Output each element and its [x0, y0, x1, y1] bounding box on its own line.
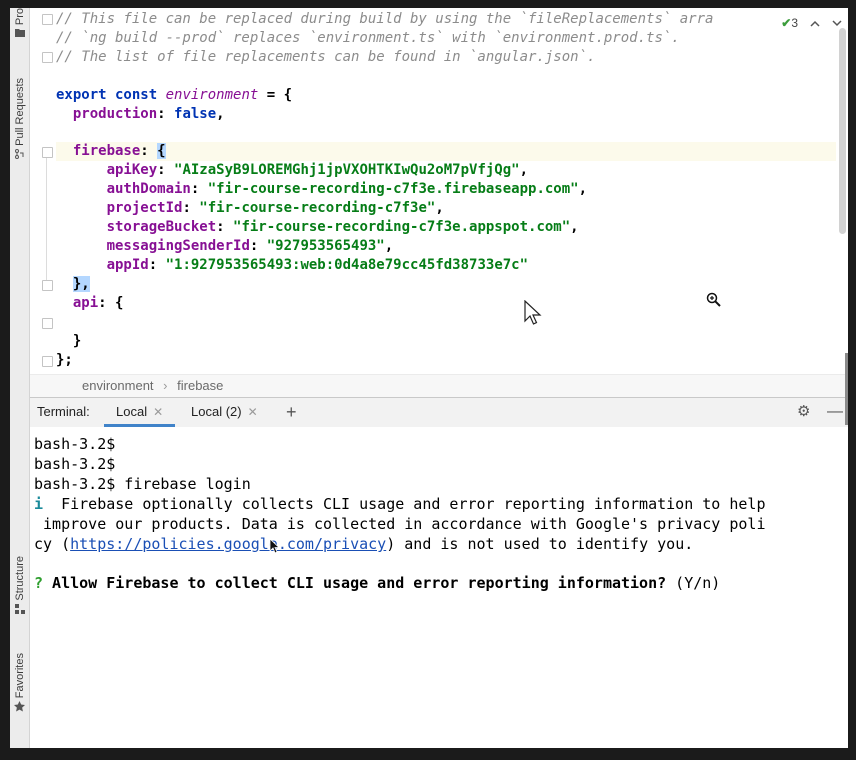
breadcrumb: environment › firebase: [30, 374, 848, 397]
fold-marker[interactable]: [42, 52, 53, 63]
breadcrumb-item[interactable]: environment: [82, 375, 154, 397]
code-line: projectId: "fir-course-recording-c7f3e",: [106, 200, 444, 216]
next-highlight-button[interactable]: [832, 19, 842, 27]
terminal-prompt-question: ? Allow Firebase to collect CLI usage an…: [34, 574, 721, 592]
code-editor[interactable]: // This file can be replaced during buil…: [30, 8, 848, 374]
code-area[interactable]: // This file can be replaced during buil…: [56, 8, 848, 374]
terminal-line: bash-3.2$: [34, 455, 116, 473]
terminal-line: bash-3.2$: [34, 435, 116, 453]
new-tab-button[interactable]: +: [286, 398, 297, 427]
mouse-pointer-icon: [269, 538, 280, 554]
editor-scrollbar[interactable]: [839, 28, 846, 234]
inspections-count: 3: [791, 16, 798, 30]
code-line: apiKey: "AIzaSyB9LOREMGhj1jpVXOHTKIwQu2o…: [106, 162, 529, 178]
structure-tool-tab[interactable]: Structure: [10, 556, 29, 614]
tab-label: Local: [116, 404, 148, 419]
terminal-line: improve our products. Data is collected …: [34, 515, 766, 533]
code-line: appId: "1:927953565493:web:0d4a8e79cc45f…: [106, 257, 529, 273]
code-line: messagingSenderId: "927953565493",: [106, 238, 394, 254]
close-icon[interactable]: ✕: [248, 405, 258, 419]
inspections-widget[interactable]: ✔3: [781, 16, 842, 30]
code-line: // `ng build --prod` replaces `environme…: [56, 30, 680, 46]
code-line: export const environment = {: [56, 87, 293, 103]
inspections-status[interactable]: ✔3: [781, 16, 798, 30]
code-line: // The list of file replacements can be …: [56, 49, 596, 65]
info-icon: i: [34, 495, 44, 513]
check-icon: ✔: [781, 16, 792, 30]
fold-marker[interactable]: [42, 147, 53, 158]
code-line: }: [72, 333, 82, 349]
chevron-down-icon: [832, 19, 842, 26]
project-tool-label: Pro: [13, 8, 26, 26]
gear-icon[interactable]: ⚙: [797, 398, 810, 427]
close-icon[interactable]: ✕: [153, 405, 163, 419]
terminal-output[interactable]: bash-3.2$ bash-3.2$ bash-3.2$ firebase l…: [30, 427, 848, 748]
code-line: production: false,: [72, 106, 225, 122]
code-line-current: firebase: {: [56, 142, 836, 161]
structure-label: Structure: [13, 556, 26, 601]
code-line: storageBucket: "fir-course-recording-c7f…: [106, 219, 579, 235]
editor-gutter: [30, 8, 56, 374]
zoom-in-cursor-icon: [706, 292, 721, 307]
window-resize-grip[interactable]: [845, 353, 848, 425]
terminal-line: i Firebase optionally collects CLI usage…: [34, 495, 766, 513]
tab-label: Local (2): [191, 404, 242, 419]
terminal-line: cy (https://policies.google.com/privacy)…: [34, 535, 694, 553]
pull-request-icon: [14, 148, 25, 159]
chevron-up-icon: [810, 20, 820, 27]
terminal-line: bash-3.2$ firebase login: [34, 475, 251, 493]
terminal-toolbar: Terminal: Local ✕ Local (2) ✕ + ⚙ —: [30, 397, 848, 428]
hide-panel-button[interactable]: —: [827, 398, 843, 427]
star-icon: [14, 701, 25, 712]
privacy-link[interactable]: https://policies.google.com/privacy: [70, 535, 386, 553]
code-line: // This file can be replaced during buil…: [56, 11, 714, 27]
code-line: };: [56, 352, 73, 368]
code-line: authDomain: "fir-course-recording-c7f3e.…: [106, 181, 588, 197]
breadcrumb-separator-icon: ›: [163, 378, 168, 393]
favorites-label: Favorites: [13, 653, 26, 699]
fold-marker[interactable]: [42, 14, 53, 25]
previous-highlight-button[interactable]: [810, 20, 820, 27]
terminal-title: Terminal:: [37, 404, 90, 419]
tab-local[interactable]: Local ✕: [104, 398, 176, 427]
pull-requests-label: Pull Requests: [13, 78, 26, 146]
mouse-pointer-icon: [524, 300, 542, 325]
left-tool-strip: Pro Pull Requests Structure Favorites: [10, 8, 30, 748]
structure-icon: [14, 603, 25, 614]
fold-marker[interactable]: [42, 280, 53, 291]
fold-guide: [46, 158, 47, 280]
ide-window: Pro Pull Requests Structure Favorites //…: [10, 8, 848, 748]
folder-icon: [14, 28, 25, 38]
project-tool-tab[interactable]: Pro: [10, 8, 29, 38]
pull-requests-tool-tab[interactable]: Pull Requests: [10, 78, 29, 159]
question-icon: ?: [34, 574, 44, 592]
favorites-tool-tab[interactable]: Favorites: [10, 653, 29, 712]
fold-marker[interactable]: [42, 318, 53, 329]
breadcrumb-item[interactable]: firebase: [177, 375, 223, 397]
tab-local-2[interactable]: Local (2) ✕: [191, 398, 258, 427]
fold-marker[interactable]: [42, 356, 53, 367]
